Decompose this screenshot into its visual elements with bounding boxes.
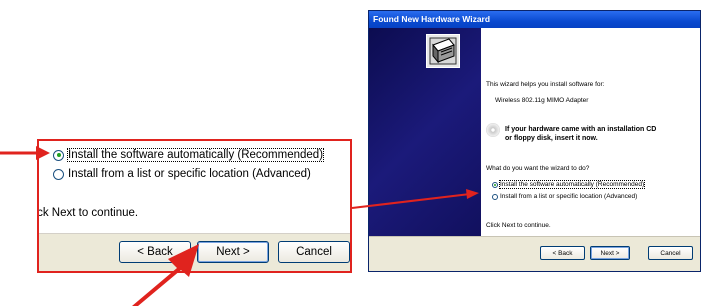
callout-radio-list-label: Install from a list or specific location… [68,168,311,180]
callout-radio-list[interactable]: Install from a list or specific location… [53,168,311,180]
wizard-next-button[interactable]: Next > [590,246,630,260]
wizard-radio-auto[interactable]: Install the software automatically (Reco… [492,180,646,189]
cd-prompt-line1: If your hardware came with an installati… [505,126,657,133]
wizard-continue-text: Click Next to continue. [486,222,551,229]
cd-prompt-line2: or floppy disk, insert it now. [505,135,598,142]
zoomed-callout: Install the software automatically (Reco… [37,139,352,273]
callout-next-button[interactable]: Next > [197,241,269,263]
wizard-window: Found New Hardware Wizard This wizard he… [368,10,701,272]
wizard-question: What do you want the wizard to do? [486,165,590,172]
radio-unselected-icon[interactable] [53,168,64,180]
device-name: Wireless 802.11g MIMO Adapter [495,97,589,104]
wizard-content: This wizard helps you install software f… [481,28,700,237]
cd-prompt: If your hardware came with an installati… [505,125,656,143]
callout-back-button[interactable]: < Back [119,241,191,263]
wizard-radio-auto-label: Install the software automatically (Reco… [498,180,646,189]
radio-selected-icon[interactable] [53,149,64,161]
wizard-intro-text: This wizard helps you install software f… [486,81,605,88]
wizard-titlebar[interactable]: Found New Hardware Wizard [369,11,700,28]
callout-radio-auto-label: Install the software automatically (Reco… [66,148,325,162]
radio-selected-icon[interactable] [492,181,498,188]
wizard-back-button[interactable]: < Back [540,246,585,260]
callout-radio-auto[interactable]: Install the software automatically (Reco… [53,148,325,162]
callout-content-area: Install the software automatically (Reco… [39,141,350,233]
callout-continue-text: lick Next to continue. [37,207,139,219]
callout-cancel-button[interactable]: Cancel [278,241,350,263]
cd-icon [486,123,500,137]
wizard-radio-list-label: Install from a list or specific location… [500,193,638,200]
wizard-radio-list[interactable]: Install from a list or specific location… [492,193,637,200]
wizard-cancel-button[interactable]: Cancel [648,246,693,260]
wizard-side-panel [369,28,481,237]
radio-unselected-icon[interactable] [492,193,498,200]
wizard-button-bar: < Back Next > Cancel [369,236,700,271]
hardware-wizard-icon [426,34,460,68]
